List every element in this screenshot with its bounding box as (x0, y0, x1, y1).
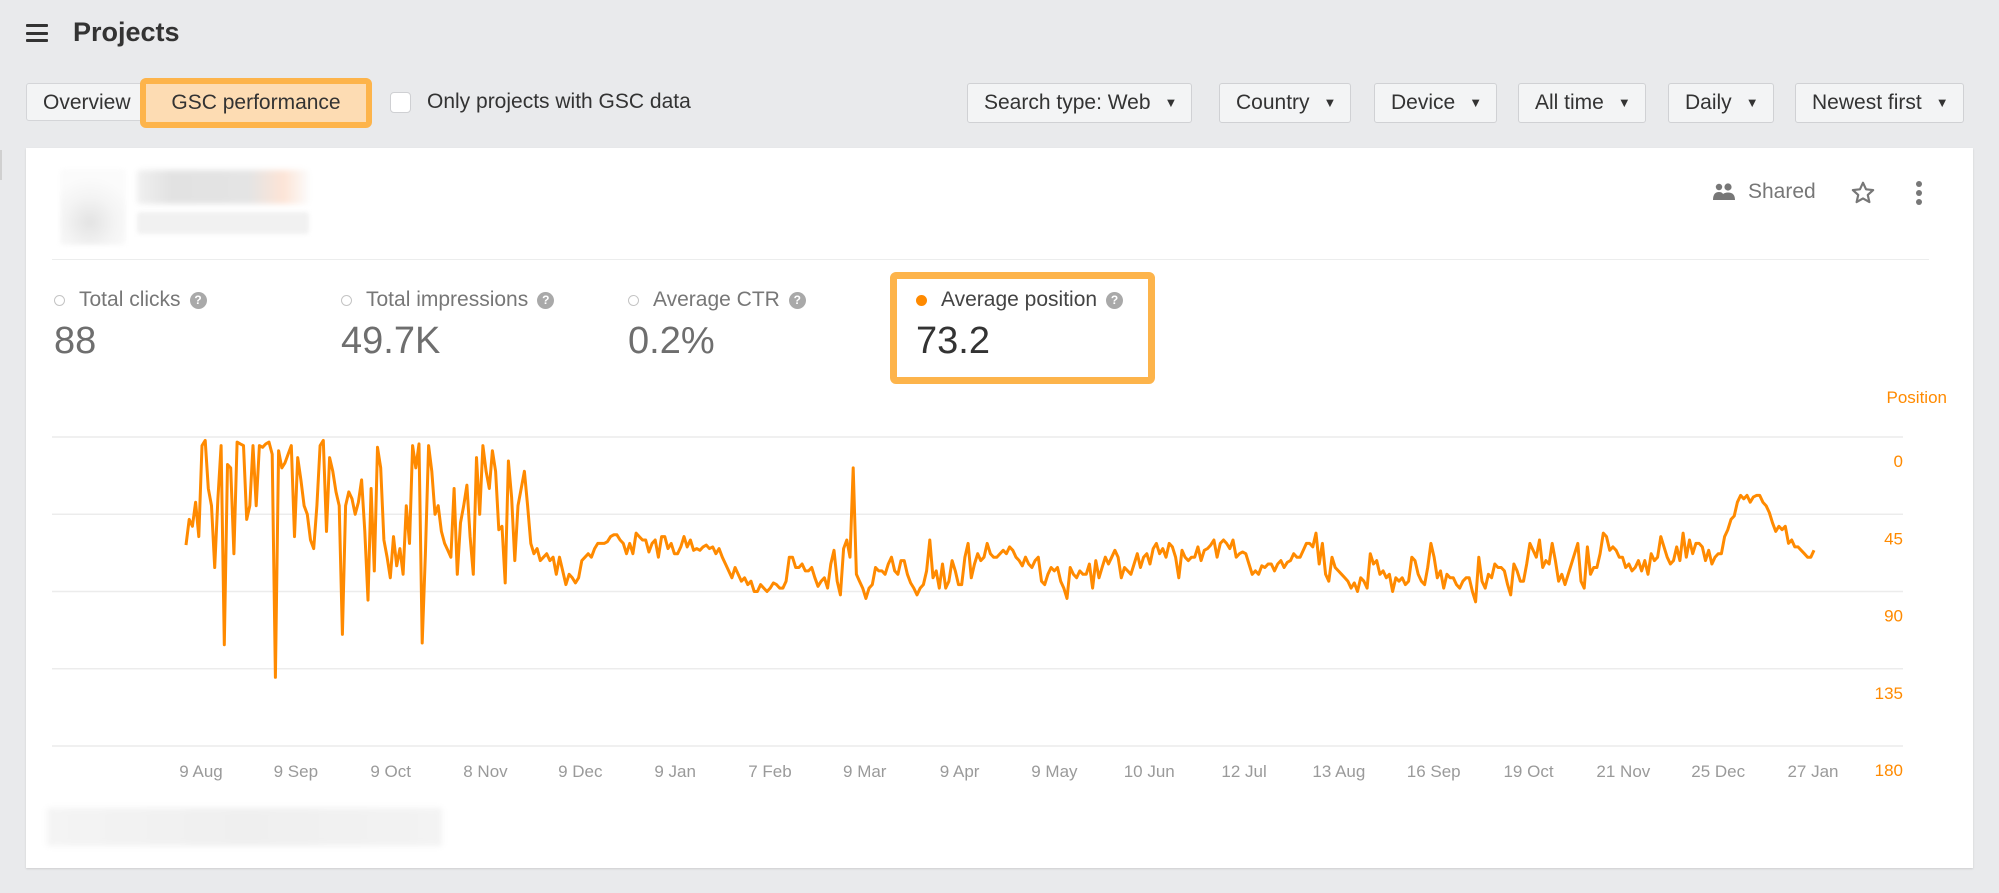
tab-overview[interactable]: Overview (26, 83, 146, 121)
shared-button[interactable]: Shared (1712, 180, 1816, 204)
x-tick-label: 9 Jan (654, 762, 696, 781)
series-toggle-dot[interactable] (54, 294, 65, 306)
granularity-dropdown[interactable]: Daily ▼ (1668, 83, 1774, 123)
sort-dropdown[interactable]: Newest first ▼ (1795, 83, 1964, 123)
x-tick-label: 9 Sep (274, 762, 318, 781)
hamburger-menu-icon[interactable] (26, 24, 48, 42)
x-tick-label: 10 Jun (1124, 762, 1175, 781)
x-tick-label: 7 Feb (748, 762, 791, 781)
metric-total-impressions[interactable]: Total impressions ? 49.7K (341, 288, 555, 363)
caret-down-icon: ▼ (1164, 95, 1178, 110)
metric-label: Average position (941, 288, 1098, 311)
footer-redacted (47, 808, 442, 846)
filter-bar: Overview GSC performance Only projects w… (0, 78, 1999, 128)
metric-value: 0.2% (628, 320, 715, 362)
header-separator (52, 259, 1929, 260)
metric-label: Average CTR (653, 288, 780, 311)
project-card: Shared Total clicks ? 88 Total impressio… (26, 148, 1973, 868)
caret-down-icon: ▼ (1617, 95, 1631, 110)
country-dropdown[interactable]: Country ▼ (1219, 83, 1352, 123)
x-tick-label: 19 Oct (1503, 762, 1553, 781)
series-line-average-position[interactable] (184, 438, 1816, 679)
favorite-button[interactable] (1850, 180, 1876, 211)
gsc-data-checkbox[interactable] (390, 91, 411, 113)
help-icon[interactable]: ? (1106, 291, 1124, 309)
project-name-redacted[interactable] (137, 170, 309, 204)
sort-dropdown-label: Newest first (1812, 91, 1922, 114)
help-icon[interactable]: ? (189, 291, 207, 309)
x-tick-label: 12 Jul (1221, 762, 1266, 781)
y-axis-title: Position (1886, 388, 1947, 407)
device-dropdown[interactable]: Device ▼ (1374, 83, 1498, 123)
metric-label: Total clicks (79, 288, 181, 311)
series-toggle-dot[interactable] (628, 294, 639, 306)
caret-down-icon: ▼ (1323, 95, 1337, 110)
x-tick-label: 25 Dec (1691, 762, 1745, 781)
x-tick-label: 9 Aug (179, 762, 223, 781)
date-range-dropdown[interactable]: All time ▼ (1518, 83, 1646, 123)
y-tick-label: 135 (1875, 684, 1903, 703)
page-title: Projects (73, 17, 180, 47)
gsc-data-checkbox-label: Only projects with GSC data (427, 90, 691, 113)
metric-average-ctr[interactable]: Average CTR ? 0.2% (628, 288, 806, 363)
x-tick-label: 9 Apr (940, 762, 980, 781)
x-tick-label: 9 Mar (843, 762, 887, 781)
top-bar: Projects (0, 0, 1999, 70)
y-tick-label: 0 (1894, 452, 1903, 471)
users-icon (1713, 183, 1735, 200)
y-tick-label: 180 (1875, 761, 1903, 780)
star-icon (1851, 181, 1875, 204)
chart-svg: 0 45 90 135 180 9 Aug 9 Sep 9 Oct 8 Nov 9 Dec 9 Ja… (52, 436, 1903, 781)
metric-value: 88 (54, 320, 97, 362)
gsc-data-filter[interactable]: Only projects with GSC data (390, 90, 691, 114)
kebab-menu-icon (1916, 181, 1922, 205)
date-range-dropdown-label: All time (1535, 91, 1604, 114)
caret-down-icon: ▼ (1935, 95, 1949, 110)
x-tick-label: 13 Aug (1312, 762, 1365, 781)
x-tick-label: 8 Nov (463, 762, 508, 781)
search-type-dropdown-label: Search type: Web (984, 91, 1151, 114)
metric-label: Total impressions (366, 288, 529, 311)
granularity-dropdown-label: Daily (1685, 91, 1732, 114)
metric-total-clicks[interactable]: Total clicks ? 88 (54, 288, 207, 363)
x-tick-label: 21 Nov (1596, 762, 1650, 781)
x-tick-label: 16 Sep (1407, 762, 1461, 781)
x-tick-label: 9 May (1031, 762, 1078, 781)
series-toggle-dot[interactable] (916, 294, 927, 306)
metric-value: 73.2 (916, 320, 990, 362)
project-url-redacted (137, 212, 309, 234)
metric-value: 49.7K (341, 320, 441, 362)
position-chart: 0 45 90 135 180 9 Aug 9 Sep 9 Oct 8 Nov 9 Dec 9 Ja… (26, 388, 1973, 788)
series-toggle-dot[interactable] (341, 294, 352, 306)
caret-down-icon: ▼ (1469, 95, 1483, 110)
metric-average-position[interactable]: Average position ? 73.2 (916, 288, 1124, 363)
left-edge-divider (0, 150, 2, 180)
x-tick-label: 9 Oct (370, 762, 411, 781)
x-tick-label: 27 Jan (1787, 762, 1838, 781)
shared-label: Shared (1748, 180, 1816, 203)
help-icon[interactable]: ? (537, 291, 555, 309)
more-options-button[interactable] (1914, 180, 1924, 211)
y-tick-label: 45 (1884, 529, 1903, 548)
device-dropdown-label: Device (1391, 91, 1456, 114)
help-icon[interactable]: ? (788, 291, 806, 309)
y-tick-label: 90 (1884, 607, 1903, 626)
x-tick-label: 9 Dec (558, 762, 603, 781)
project-favicon (60, 169, 126, 245)
caret-down-icon: ▼ (1745, 95, 1759, 110)
country-dropdown-label: Country (1236, 91, 1310, 114)
tab-gsc-performance[interactable]: GSC performance (140, 78, 372, 128)
search-type-dropdown[interactable]: Search type: Web ▼ (967, 83, 1193, 123)
